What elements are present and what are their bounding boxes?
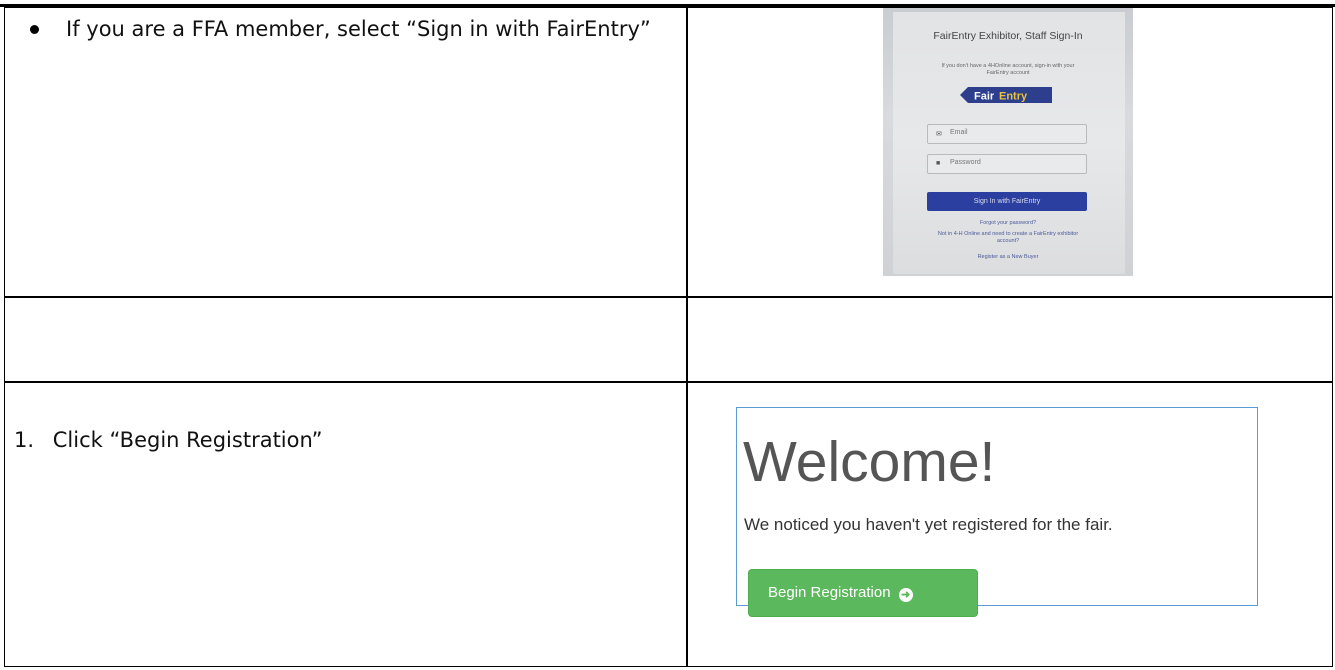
logo-fair: Fair <box>974 91 995 103</box>
lock-icon: ■ <box>936 160 941 167</box>
create-account-link[interactable]: Not in 4-H Online and need to create a F… <box>935 231 1081 245</box>
email-field[interactable]: ✉ Email <box>927 124 1087 144</box>
login-screenshot-photo: FairEntry Exhibitor, Staff Sign-In If yo… <box>883 8 1133 276</box>
bullet-icon <box>30 25 39 34</box>
password-placeholder: Password <box>950 159 981 166</box>
ffa-instruction-text: If you are a FFA member, select “Sign in… <box>66 17 651 41</box>
welcome-message: We noticed you haven't yet registered fo… <box>744 515 1113 534</box>
fairentry-logo: Fair Entry <box>960 87 1052 103</box>
begin-registration-label: Begin Registration <box>768 584 891 601</box>
arrow-circle-right-icon: ➜ <box>898 588 913 602</box>
sign-in-fairentry-button[interactable]: Sign In with FairEntry <box>927 192 1087 211</box>
row-divider-1 <box>4 296 1333 298</box>
login-subtitle: If you don't have a 4HOnline account, si… <box>941 63 1075 76</box>
welcome-panel: Welcome! We noticed you haven't yet regi… <box>736 407 1258 617</box>
forgot-password-link[interactable]: Forgot your password? <box>923 220 1093 227</box>
logo-entry: Entry <box>999 91 1028 103</box>
row-divider-2 <box>4 381 1333 383</box>
step-number: 1. <box>14 428 35 452</box>
envelope-icon: ✉ <box>936 131 942 138</box>
password-field[interactable]: ■ Password <box>927 154 1087 174</box>
column-divider <box>686 7 688 667</box>
step-text: Click “Begin Registration” <box>52 428 323 452</box>
welcome-heading: Welcome! <box>743 430 996 494</box>
login-title: FairEntry Exhibitor, Staff Sign-In <box>933 30 1083 42</box>
email-placeholder: Email <box>950 129 968 136</box>
begin-registration-button[interactable]: Begin Registration ➜ <box>748 569 978 617</box>
step-instruction: 1. Click “Begin Registration” <box>14 425 323 455</box>
ffa-instruction: If you are a FFA member, select “Sign in… <box>30 14 666 44</box>
register-buyer-link[interactable]: Register as a New Buyer <box>923 254 1093 261</box>
